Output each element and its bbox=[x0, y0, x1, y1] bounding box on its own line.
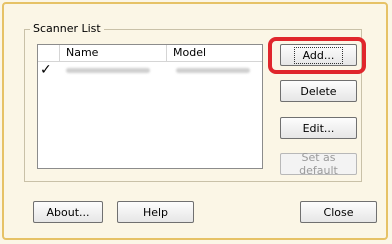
set-as-default-label: Set as default bbox=[299, 151, 338, 177]
blurred-model bbox=[176, 68, 250, 73]
delete-button[interactable]: Delete bbox=[280, 80, 357, 102]
add-button-highlight bbox=[268, 37, 366, 74]
model-column-label: Model bbox=[173, 46, 207, 59]
close-button-label: Close bbox=[323, 205, 354, 219]
set-as-default-button[interactable]: Set as default bbox=[280, 151, 357, 177]
delete-button-label: Delete bbox=[300, 84, 337, 98]
help-button-label: Help bbox=[142, 205, 169, 219]
blurred-name bbox=[66, 68, 150, 73]
model-column-header[interactable]: Model bbox=[167, 45, 262, 61]
scanner-list-label: Scanner List bbox=[30, 22, 104, 36]
scanner-listview[interactable]: Name Model ✓ bbox=[37, 44, 263, 169]
list-item[interactable]: ✓ bbox=[38, 62, 262, 79]
check-icon: ✓ bbox=[40, 62, 52, 78]
about-button[interactable]: About... bbox=[33, 201, 103, 223]
edit-button[interactable]: Edit... bbox=[280, 117, 357, 139]
about-button-label: About... bbox=[46, 205, 90, 219]
checkbox-column-header[interactable] bbox=[38, 45, 60, 61]
name-column-header[interactable]: Name bbox=[60, 45, 167, 61]
help-button[interactable]: Help bbox=[117, 201, 194, 223]
edit-button-label: Edit... bbox=[302, 121, 335, 135]
name-column-label: Name bbox=[66, 46, 99, 59]
list-header: Name Model bbox=[38, 45, 262, 62]
close-button[interactable]: Close bbox=[300, 201, 377, 223]
